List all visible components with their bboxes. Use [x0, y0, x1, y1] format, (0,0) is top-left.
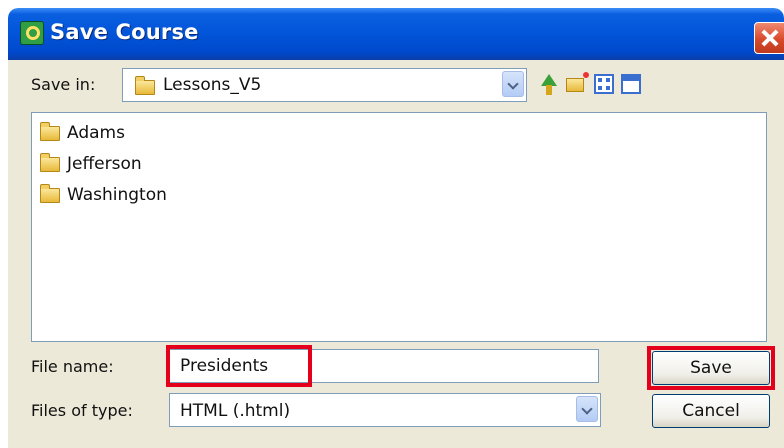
- chevron-down-icon[interactable]: [502, 71, 524, 97]
- file-type-label: Files of type:: [31, 401, 133, 420]
- save-in-label: Save in:: [31, 75, 96, 94]
- save-in-dropdown[interactable]: Lessons_V5: [122, 68, 527, 102]
- cancel-button[interactable]: Cancel: [652, 394, 770, 428]
- save-button-label: Save: [690, 358, 732, 378]
- file-list[interactable]: Adams Jefferson Washington: [31, 112, 767, 342]
- up-one-level-icon[interactable]: [541, 74, 557, 95]
- list-item[interactable]: Adams: [40, 121, 125, 145]
- folder-icon: [135, 76, 155, 95]
- list-item-label: Washington: [67, 185, 167, 205]
- file-name-value: Presidents: [180, 356, 269, 376]
- list-item-label: Jefferson: [67, 154, 142, 174]
- dialog-title: Save Course: [50, 20, 199, 44]
- details-view-icon[interactable]: [621, 74, 641, 94]
- new-folder-icon[interactable]: [566, 72, 589, 92]
- chevron-down-icon[interactable]: [576, 396, 598, 422]
- folder-icon: [40, 152, 60, 172]
- app-icon: [20, 21, 44, 45]
- folder-icon: [40, 121, 60, 141]
- list-item[interactable]: Washington: [40, 183, 167, 207]
- cancel-button-label: Cancel: [682, 401, 740, 421]
- file-type-value: HTML (.html): [180, 401, 291, 421]
- folder-icon: [40, 183, 60, 203]
- save-button[interactable]: Save: [652, 351, 770, 385]
- file-name-input[interactable]: Presidents: [169, 349, 599, 383]
- list-view-icon[interactable]: [594, 74, 614, 94]
- file-type-dropdown[interactable]: HTML (.html): [169, 393, 601, 427]
- save-course-dialog: Save Course Save in: Lessons_V5 Adams Je…: [8, 8, 784, 448]
- save-in-value: Lessons_V5: [163, 75, 262, 95]
- list-item[interactable]: Jefferson: [40, 152, 142, 176]
- close-button[interactable]: [754, 22, 784, 54]
- file-name-label: File name:: [31, 357, 114, 376]
- title-bar[interactable]: Save Course: [8, 8, 784, 60]
- list-item-label: Adams: [67, 123, 125, 143]
